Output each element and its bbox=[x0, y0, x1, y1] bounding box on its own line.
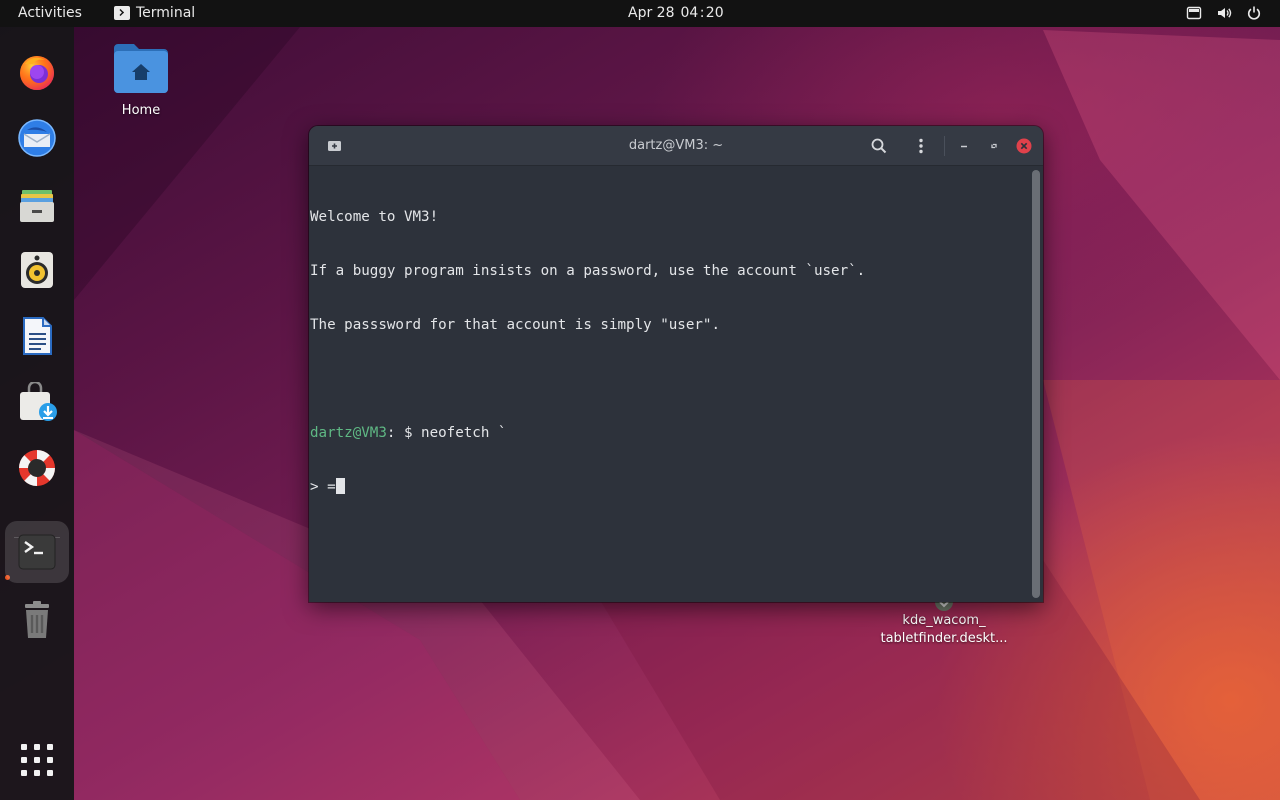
clock[interactable]: Apr 28 04 : 20 bbox=[628, 5, 724, 21]
terminal-title: dartz@VM3: ~ bbox=[628, 138, 724, 153]
search-button[interactable] bbox=[869, 136, 889, 156]
text-cursor bbox=[335, 478, 345, 494]
firefox-icon bbox=[20, 56, 54, 90]
dock-terminal[interactable] bbox=[5, 521, 69, 583]
help-icon bbox=[19, 450, 55, 486]
dock-trash[interactable] bbox=[5, 589, 69, 651]
app-grid-icon bbox=[21, 744, 53, 776]
header-separator bbox=[944, 136, 945, 156]
top-bar: Activities Terminal Apr 28 04 : 20 bbox=[0, 0, 1280, 27]
screen-icon[interactable] bbox=[1186, 5, 1202, 21]
writer-icon bbox=[23, 317, 52, 355]
desktop-kde-label-2: tabletfinder.deskt... bbox=[880, 631, 1008, 646]
app-menu[interactable]: Terminal bbox=[114, 5, 195, 21]
terminal-icon bbox=[18, 534, 56, 570]
dock-software[interactable] bbox=[5, 371, 69, 433]
app-menu-label: Terminal bbox=[136, 5, 196, 21]
terminal-headerbar[interactable]: dartz@VM3: ~ bbox=[309, 126, 1043, 166]
terminal-line: If a buggy program insists on a password… bbox=[310, 263, 866, 279]
terminal-output[interactable]: Welcome to VM3! If a buggy program insis… bbox=[310, 172, 1030, 592]
dock-thunderbird[interactable] bbox=[5, 107, 69, 169]
prompt-command: : $ neofetch ` bbox=[386, 425, 507, 441]
search-icon bbox=[871, 138, 887, 154]
terminal-app-icon bbox=[114, 6, 130, 20]
maximize-icon bbox=[991, 143, 997, 149]
dock-help[interactable] bbox=[5, 437, 69, 499]
dock-firefox[interactable] bbox=[5, 41, 69, 103]
desktop-home[interactable]: Home bbox=[101, 38, 181, 120]
rhythmbox-icon bbox=[21, 252, 53, 288]
terminal-continuation-line: > = bbox=[310, 478, 1030, 496]
dock bbox=[0, 27, 74, 800]
terminal-prompt-line: dartz@VM3: $ neofetch ` bbox=[310, 424, 1030, 442]
trash-icon bbox=[25, 601, 49, 638]
prompt-user-host: dartz@VM3 bbox=[310, 425, 387, 441]
activities-button[interactable]: Activities bbox=[18, 5, 82, 21]
software-icon bbox=[20, 382, 57, 421]
power-icon[interactable] bbox=[1246, 5, 1262, 21]
dock-writer[interactable] bbox=[5, 305, 69, 367]
dock-files[interactable] bbox=[5, 173, 69, 235]
clock-date: Apr 28 bbox=[628, 5, 675, 21]
terminal-line: The passsword for that account is simply… bbox=[310, 317, 720, 333]
close-icon bbox=[1016, 138, 1032, 154]
terminal-scrollbar[interactable] bbox=[1032, 170, 1040, 598]
volume-icon[interactable] bbox=[1216, 5, 1232, 21]
close-button[interactable] bbox=[1014, 136, 1034, 156]
home-folder-icon bbox=[114, 44, 168, 93]
clock-time: 04 : 20 bbox=[680, 5, 724, 21]
thunderbird-icon bbox=[18, 119, 56, 157]
minimize-icon bbox=[961, 145, 967, 148]
desktop-home-label: Home bbox=[121, 103, 161, 118]
terminal-line: Welcome to VM3! bbox=[310, 209, 439, 225]
terminal-window[interactable]: dartz@VM3: ~ Welcome to VM3! If a buggy … bbox=[309, 126, 1043, 602]
show-applications-button[interactable] bbox=[5, 729, 69, 791]
continuation-text: > = bbox=[310, 479, 336, 495]
desktop-kde-label-1: kde_wacom_ bbox=[902, 613, 986, 628]
minimize-button[interactable] bbox=[954, 136, 974, 156]
system-tray[interactable] bbox=[1186, 5, 1262, 21]
files-icon bbox=[20, 190, 54, 222]
maximize-button[interactable] bbox=[984, 136, 1004, 156]
kebab-menu-icon bbox=[919, 138, 923, 154]
dock-rhythmbox[interactable] bbox=[5, 239, 69, 301]
menu-button[interactable] bbox=[911, 136, 931, 156]
